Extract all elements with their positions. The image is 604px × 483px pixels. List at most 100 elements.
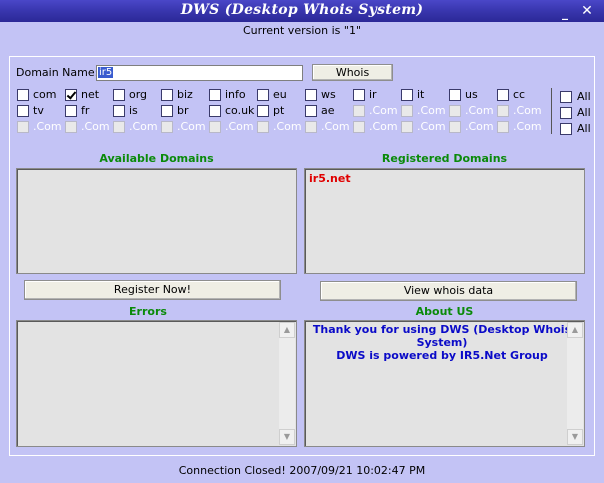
select-all-label: All (577, 90, 591, 103)
tld-label: net (81, 88, 100, 101)
about-us-title: About US (415, 305, 474, 318)
errors-textarea[interactable]: ▲ ▼ (16, 320, 297, 447)
tld-checkbox[interactable] (305, 89, 317, 101)
tld-checkbox (401, 121, 413, 133)
registered-domain-item[interactable]: ir5.net (309, 172, 351, 185)
tld-label: .Com (369, 104, 398, 117)
scroll-up-arrow-icon[interactable]: ▲ (279, 322, 295, 338)
tld-label: .Com (417, 104, 446, 117)
tld-label: .Com (225, 120, 254, 133)
tld-label: org (129, 88, 148, 101)
tld-label: br (177, 104, 189, 117)
whois-button[interactable]: Whois (312, 64, 393, 81)
about-us-textarea[interactable]: Thank you for using DWS (Desktop Whois S… (304, 320, 585, 447)
available-domains-list[interactable] (16, 168, 297, 274)
tld-checkbox (209, 121, 221, 133)
tld-label: cc (513, 88, 526, 101)
domain-name-label: Domain Name: (16, 66, 99, 79)
tld-label: tv (33, 104, 44, 117)
tld-checkbox[interactable] (113, 89, 125, 101)
tld-label: .Com (465, 120, 494, 133)
register-now-button[interactable]: Register Now! (24, 280, 281, 300)
tld-label: .Com (465, 104, 494, 117)
tld-label: eu (273, 88, 287, 101)
scroll-down-arrow-icon[interactable]: ▼ (567, 429, 583, 445)
tld-label: .Com (369, 120, 398, 133)
tld-label: .Com (129, 120, 158, 133)
tld-checkbox (65, 121, 77, 133)
tld-label: ws (321, 88, 336, 101)
tld-label: biz (177, 88, 193, 101)
tld-label: fr (81, 104, 90, 117)
tld-checkbox[interactable] (17, 105, 29, 117)
tld-label: .Com (513, 120, 542, 133)
tld-label: pt (273, 104, 285, 117)
domain-name-value: ir5 (98, 67, 114, 78)
tld-checkbox[interactable] (449, 89, 461, 101)
close-icon[interactable]: ✕ (578, 2, 596, 20)
tld-label: ir (369, 88, 377, 101)
tld-label: .Com (33, 120, 62, 133)
tld-label: ae (321, 104, 335, 117)
tld-checkbox (497, 105, 509, 117)
tld-checkbox[interactable] (497, 89, 509, 101)
tld-checkbox[interactable] (65, 89, 77, 101)
tld-checkbox (449, 121, 461, 133)
tld-checkbox (353, 121, 365, 133)
tld-label: .Com (513, 104, 542, 117)
tld-checkbox[interactable] (17, 89, 29, 101)
title-bar: DWS (Desktop Whois System) _ ✕ (0, 0, 604, 22)
registered-domains-title: Registered Domains (381, 152, 508, 165)
errors-scrollbar[interactable]: ▲ ▼ (279, 322, 295, 445)
status-bar-text: Connection Closed! 2007/09/21 10:02:47 P… (178, 464, 426, 477)
tld-label: co.uk (225, 104, 255, 117)
select-all-checkbox[interactable] (560, 107, 572, 119)
tld-checkbox[interactable] (353, 89, 365, 101)
select-all-label: All (577, 122, 591, 135)
tld-checkbox[interactable] (257, 105, 269, 117)
tld-checkbox[interactable] (65, 105, 77, 117)
select-all-checkbox[interactable] (560, 123, 572, 135)
tld-checkbox (113, 121, 125, 133)
tld-checkbox[interactable] (161, 89, 173, 101)
tld-checkbox[interactable] (113, 105, 125, 117)
select-all-label: All (577, 106, 591, 119)
tld-checkbox[interactable] (401, 89, 413, 101)
tld-checkbox[interactable] (305, 105, 317, 117)
tld-checkbox[interactable] (209, 105, 221, 117)
tld-separator (551, 88, 552, 134)
tld-label: info (225, 88, 246, 101)
tld-checkbox[interactable] (209, 89, 221, 101)
domain-name-input[interactable]: ir5 (96, 65, 303, 81)
tld-label: is (129, 104, 138, 117)
version-label: Current version is "1" (243, 24, 361, 37)
tld-label: it (417, 88, 425, 101)
tld-checkbox (257, 121, 269, 133)
tld-checkbox[interactable] (161, 105, 173, 117)
tld-label: .Com (273, 120, 302, 133)
minimize-icon[interactable]: _ (556, 6, 574, 24)
view-whois-data-button[interactable]: View whois data (320, 281, 577, 301)
errors-title: Errors (129, 305, 167, 318)
tld-label: com (33, 88, 57, 101)
tld-checkbox (497, 121, 509, 133)
tld-checkbox (449, 105, 461, 117)
about-us-text: Thank you for using DWS (Desktop Whois S… (312, 323, 572, 362)
tld-label: .Com (177, 120, 206, 133)
available-domains-title: Available Domains (99, 152, 214, 165)
tld-checkbox[interactable] (257, 89, 269, 101)
tld-checkbox (305, 121, 317, 133)
tld-label: .Com (417, 120, 446, 133)
select-all-checkbox[interactable] (560, 91, 572, 103)
tld-checkbox (161, 121, 173, 133)
tld-checkbox (353, 105, 365, 117)
about-scrollbar[interactable]: ▲ ▼ (567, 322, 583, 445)
tld-label: .Com (81, 120, 110, 133)
tld-label: us (465, 88, 478, 101)
tld-label: .Com (321, 120, 350, 133)
scroll-down-arrow-icon[interactable]: ▼ (279, 429, 295, 445)
scroll-up-arrow-icon[interactable]: ▲ (567, 322, 583, 338)
registered-domains-list[interactable]: ir5.net (304, 168, 585, 274)
tld-checkbox (401, 105, 413, 117)
tld-checkbox (17, 121, 29, 133)
